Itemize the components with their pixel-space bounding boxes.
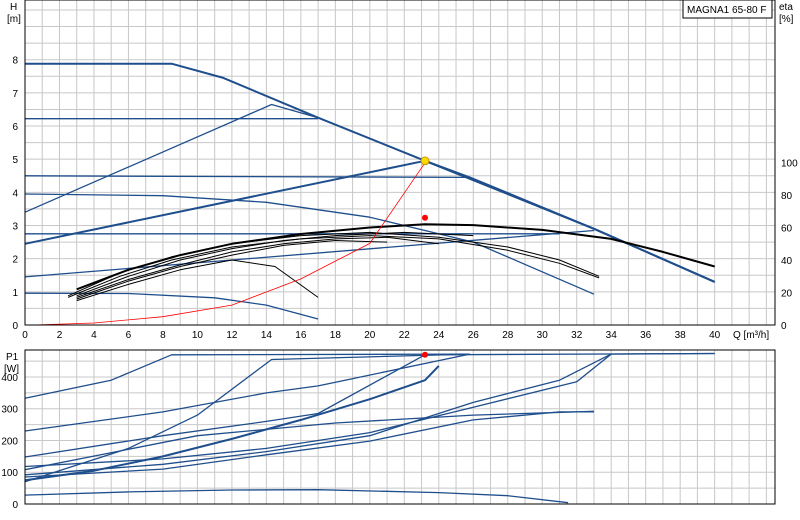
flow-tick-label: 18 — [330, 330, 342, 341]
flow-tick-label: 28 — [502, 330, 514, 341]
flow-tick-label: 20 — [364, 330, 376, 341]
pump-curve-chart: 0 1 2 3 4 5 6 7 8 0 20 40 60 80 100 0 2 4 6 8 10 12 14 16 18 20 22… — [0, 0, 800, 520]
power-axis-unit: [W] — [4, 364, 19, 375]
power-curve — [24, 489, 569, 504]
head-tick-label: 0 — [12, 321, 18, 332]
power-tick-label: 200 — [1, 436, 18, 447]
power-tick-label: 300 — [1, 405, 18, 416]
flow-tick-label: 12 — [226, 330, 238, 341]
flow-tick-label: 10 — [192, 330, 204, 341]
head-axis-unit: [m] — [7, 14, 21, 25]
flow-tick-label: 14 — [261, 330, 273, 341]
eta-tick-label: 60 — [781, 224, 793, 235]
power-tick-label: 0 — [12, 500, 18, 511]
head-tick-label: 6 — [12, 122, 18, 133]
flow-tick-label: 4 — [91, 330, 97, 341]
efficiency-curve — [76, 236, 439, 298]
eta-tick-label: 40 — [781, 256, 793, 267]
flow-tick-label: 2 — [57, 330, 63, 341]
flow-tick-label: 8 — [160, 330, 166, 341]
eta-tick-label: 80 — [781, 191, 793, 202]
flow-tick-label: 24 — [433, 330, 445, 341]
head-tick-label: 7 — [12, 89, 18, 100]
flow-tick-label: 26 — [468, 330, 480, 341]
model-label: MAGNA1 65-80 F — [687, 5, 766, 16]
eta-tick-label: 0 — [781, 321, 787, 332]
flow-tick-label: 34 — [606, 330, 618, 341]
power-axis-label: P1 — [6, 352, 19, 363]
head-tick-label: 8 — [12, 56, 18, 67]
power-point-marker — [422, 351, 428, 358]
flow-tick-label: 0 — [22, 330, 28, 341]
flow-tick-label: 16 — [295, 330, 307, 341]
eta-tick-label: 100 — [781, 159, 798, 170]
eta-axis-label: eta — [779, 2, 793, 13]
head-tick-label: 5 — [12, 155, 18, 166]
flow-tick-label: 22 — [399, 330, 411, 341]
eta-tick-label: 20 — [781, 289, 793, 300]
chart-canvas: 0123456780204060801000 2 4 6 8 10 12 14 16 18 20 22… — [1, 0, 798, 511]
flow-axis-label: Q [m³/h] — [733, 330, 769, 341]
head-curve-proportional — [24, 229, 595, 278]
power-tick-label: 100 — [1, 468, 18, 479]
head-tick-label: 2 — [12, 255, 18, 266]
flow-tick-label: 38 — [675, 330, 687, 341]
head-tick-label: 4 — [12, 188, 18, 199]
flow-tick-label: 40 — [709, 330, 721, 341]
duty-point-marker — [420, 156, 430, 166]
flow-tick-label: 6 — [126, 330, 132, 341]
flow-tick-label: 32 — [571, 330, 583, 341]
head-tick-label: 1 — [12, 288, 18, 299]
flow-tick-label: 36 — [640, 330, 652, 341]
eta-axis-unit: [%] — [779, 14, 794, 25]
head-axis-label: H — [10, 2, 17, 13]
efficiency-point-marker — [422, 214, 428, 221]
power-panel-grid — [25, 350, 775, 504]
flow-tick-label: 30 — [537, 330, 549, 341]
head-tick-label: 3 — [12, 222, 18, 233]
